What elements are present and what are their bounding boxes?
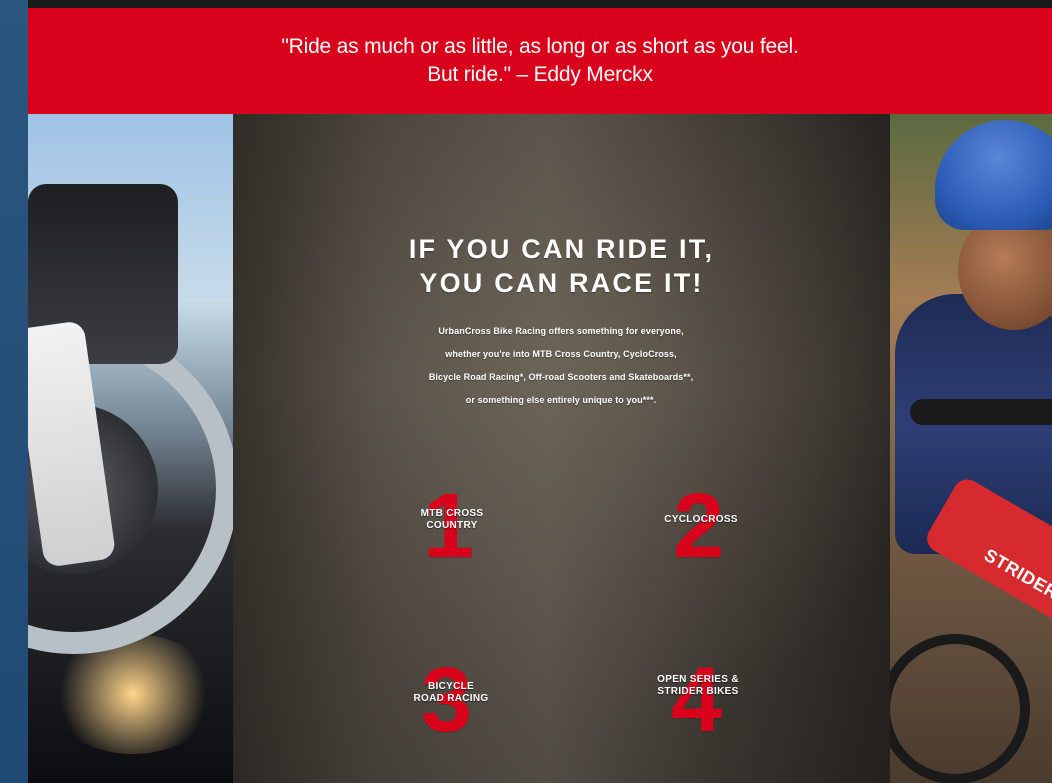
category-3-label[interactable]: BICYCLE ROAD RACING	[391, 681, 511, 705]
headline-line-2: YOU CAN RACE IT!	[419, 268, 704, 298]
category-1-label-line-1: MTB CROSS	[420, 508, 484, 519]
category-1-label-line-2: COUNTRY	[426, 520, 478, 531]
photo-veil	[233, 114, 890, 783]
top-bar	[28, 0, 1052, 8]
category-4-number: 4	[671, 649, 723, 751]
category-4-label-line-2: STRIDER BIKES	[657, 686, 739, 697]
quote-banner: "Ride as much or as little, as long or a…	[28, 8, 1052, 114]
helmet	[935, 120, 1052, 230]
category-3-label-line-2: ROAD RACING	[413, 693, 489, 704]
category-2-label[interactable]: CYCLOCROSS	[646, 514, 756, 526]
left-rail	[0, 0, 28, 783]
category-3-label-line-1: BICYCLE	[428, 681, 474, 692]
description-line-2: whether you're into MTB Cross Country, C…	[445, 349, 677, 359]
photo-center-background: IF YOU CAN RIDE IT, YOU CAN RACE IT! Urb…	[233, 114, 890, 783]
bike-wheel	[890, 634, 1030, 783]
category-4-label[interactable]: OPEN SERIES & STRIDER BIKES	[633, 674, 763, 698]
quote-line-2: But ride." – Eddy Merckx	[427, 63, 653, 86]
description-line-4: or something else entirely unique to you…	[465, 395, 657, 405]
photo-left-brake-disc	[28, 114, 233, 783]
description-line-1: UrbanCross Bike Racing offers something …	[438, 326, 684, 336]
category-4-label-line-1: OPEN SERIES &	[657, 674, 739, 685]
category-2-number: 2	[673, 475, 725, 577]
quote-text: "Ride as much or as little, as long or a…	[190, 33, 890, 89]
quote-line-1: "Ride as much or as little, as long or a…	[281, 35, 799, 58]
hero-headline: IF YOU CAN RIDE IT, YOU CAN RACE IT!	[233, 232, 890, 300]
bike-handlebar	[910, 399, 1052, 425]
category-2-label-line-1: CYCLOCROSS	[664, 514, 738, 525]
category-1-label[interactable]: MTB CROSS COUNTRY	[407, 508, 497, 532]
hero-description: UrbanCross Bike Racing offers something …	[366, 320, 756, 412]
headline-line-1: IF YOU CAN RIDE IT,	[408, 234, 715, 264]
description-line-3: Bicycle Road Racing*, Off-road Scooters …	[428, 372, 694, 382]
photo-right-strider-kid: STRIDER	[890, 114, 1052, 783]
